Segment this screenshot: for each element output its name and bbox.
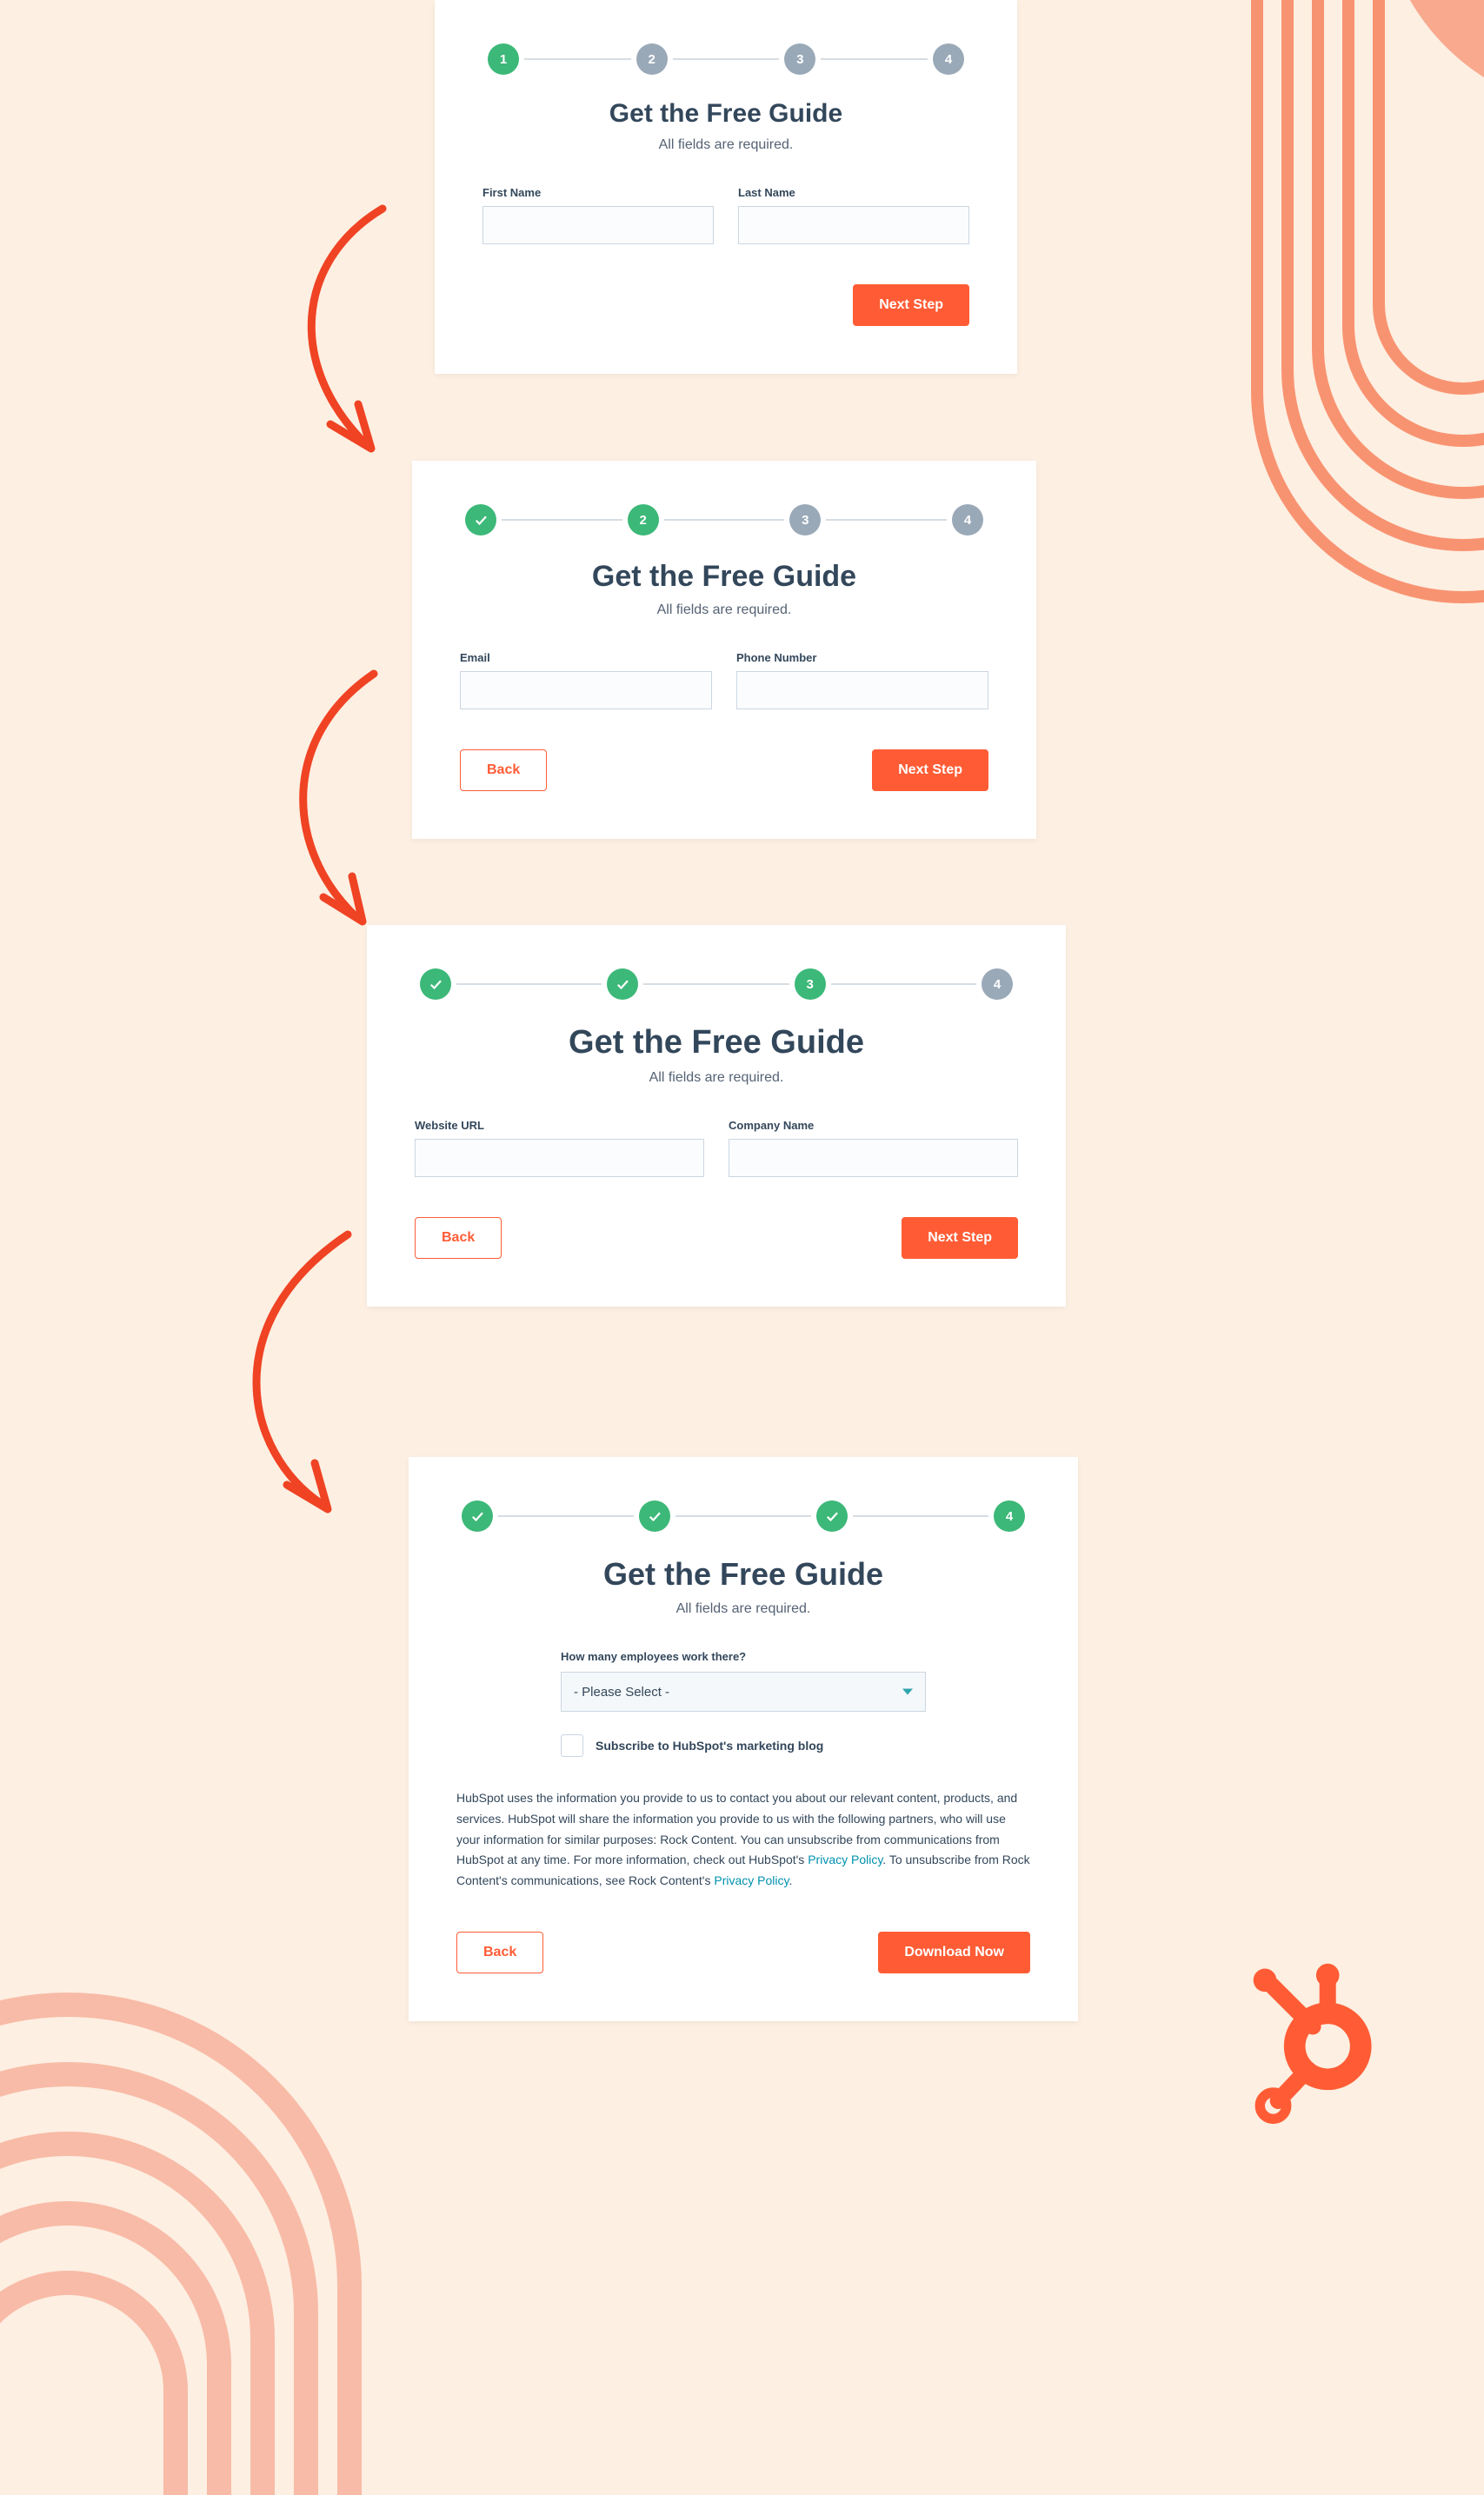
- step-1-done: [462, 1500, 493, 1532]
- download-button[interactable]: Download Now: [878, 1932, 1030, 1973]
- hubspot-privacy-link[interactable]: Privacy Policy: [808, 1853, 882, 1866]
- form-subtitle: All fields are required.: [460, 602, 988, 618]
- step-2-done: [607, 968, 638, 1000]
- phone-input[interactable]: [736, 671, 988, 709]
- step-4: 4: [982, 968, 1013, 1000]
- hubspot-logo-icon: [1232, 1956, 1397, 2130]
- employees-label: How many employees work there?: [561, 1650, 926, 1663]
- step-line: [524, 58, 631, 60]
- stepper: 4: [462, 1500, 1025, 1532]
- stepper: 3 4: [420, 968, 1013, 1000]
- step-3: 3: [795, 968, 826, 1000]
- form-card-step-3: 3 4 Get the Free Guide All fields are re…: [367, 925, 1066, 1307]
- form-card-step-2: 2 3 4 Get the Free Guide All fields are …: [412, 461, 1036, 839]
- step-1-done: [465, 504, 496, 536]
- form-title: Get the Free Guide: [460, 560, 988, 594]
- arrow-1-icon: [200, 183, 443, 478]
- step-2: 2: [636, 43, 668, 75]
- check-icon: [428, 976, 443, 992]
- step-3: 3: [784, 43, 815, 75]
- back-button[interactable]: Back: [460, 749, 547, 791]
- step-1: 1: [488, 43, 519, 75]
- step-4: 4: [952, 504, 983, 536]
- next-step-button[interactable]: Next Step: [872, 749, 988, 791]
- back-button[interactable]: Back: [415, 1217, 502, 1259]
- email-label: Email: [460, 651, 712, 664]
- check-icon: [615, 976, 630, 992]
- last-name-input[interactable]: [738, 206, 969, 244]
- first-name-input[interactable]: [482, 206, 714, 244]
- check-icon: [469, 1508, 485, 1524]
- decorative-arch-bottom-left: [0, 1800, 469, 2495]
- consent-text: HubSpot uses the information you provide…: [456, 1788, 1030, 1892]
- step-2: 2: [628, 504, 659, 536]
- company-label: Company Name: [729, 1119, 1018, 1132]
- check-icon: [824, 1508, 840, 1524]
- form-title: Get the Free Guide: [482, 99, 969, 129]
- phone-label: Phone Number: [736, 651, 988, 664]
- employees-select-value: - Please Select -: [574, 1685, 669, 1700]
- company-input[interactable]: [729, 1139, 1018, 1177]
- website-label: Website URL: [415, 1119, 704, 1132]
- form-subtitle: All fields are required.: [482, 137, 969, 153]
- step-4: 4: [933, 43, 964, 75]
- caret-down-icon: [902, 1689, 913, 1695]
- step-3: 3: [789, 504, 821, 536]
- form-card-step-1: 1 2 3 4 Get the Free Guide All fields ar…: [435, 0, 1017, 374]
- arrow-2-icon: [200, 652, 443, 948]
- step-2-done: [639, 1500, 670, 1532]
- form-subtitle: All fields are required.: [456, 1601, 1030, 1617]
- step-1-done: [420, 968, 451, 1000]
- form-title: Get the Free Guide: [456, 1556, 1030, 1593]
- last-name-label: Last Name: [738, 186, 969, 199]
- back-button[interactable]: Back: [456, 1932, 543, 1973]
- step-3-done: [816, 1500, 848, 1532]
- form-card-step-4: 4 Get the Free Guide All fields are requ…: [409, 1457, 1078, 2021]
- check-icon: [647, 1508, 662, 1524]
- next-step-button[interactable]: Next Step: [853, 284, 969, 326]
- form-subtitle: All fields are required.: [415, 1070, 1018, 1086]
- stepper: 2 3 4: [465, 504, 983, 536]
- subscribe-checkbox[interactable]: [561, 1734, 583, 1757]
- website-input[interactable]: [415, 1139, 704, 1177]
- stepper: 1 2 3 4: [488, 43, 964, 75]
- employees-select[interactable]: - Please Select -: [561, 1672, 926, 1712]
- rockcontent-privacy-link[interactable]: Privacy Policy: [714, 1873, 789, 1887]
- subscribe-label: Subscribe to HubSpot's marketing blog: [596, 1739, 823, 1753]
- next-step-button[interactable]: Next Step: [902, 1217, 1018, 1259]
- email-input[interactable]: [460, 671, 712, 709]
- first-name-label: First Name: [482, 186, 714, 199]
- step-4: 4: [994, 1500, 1025, 1532]
- check-icon: [473, 512, 489, 528]
- form-title: Get the Free Guide: [415, 1024, 1018, 1061]
